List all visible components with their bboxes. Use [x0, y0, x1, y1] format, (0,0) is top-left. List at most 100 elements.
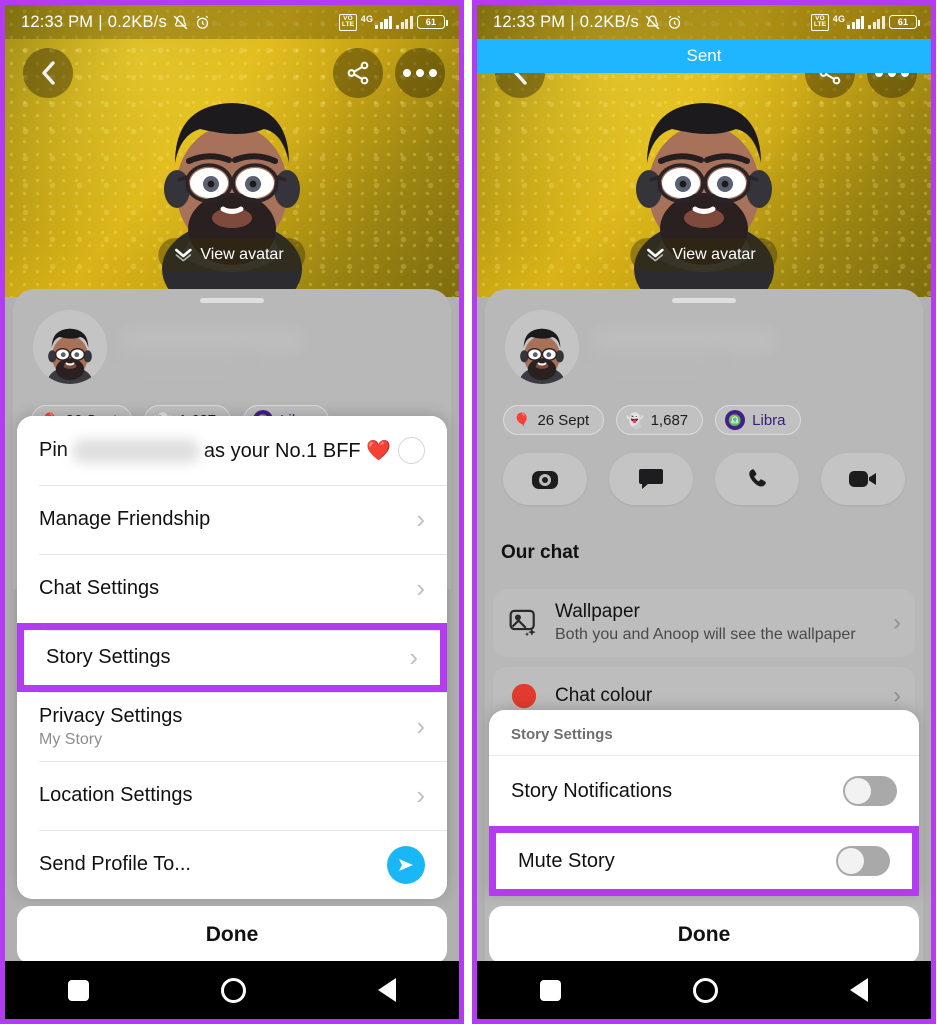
profile-username-blurred [125, 355, 245, 371]
pin-bff-row[interactable]: Pin as your No.1 BFF ❤️ [17, 416, 447, 485]
profile-chips: 🎈 26 Sept 👻 1,687 ♎ Libra [503, 405, 801, 435]
view-avatar-label: View avatar [200, 246, 284, 263]
sheet-grabber[interactable] [672, 298, 736, 303]
balloon-icon: 🎈 [513, 412, 531, 428]
mute-story-row[interactable]: Mute Story [489, 826, 919, 896]
battery-level: 61 [897, 17, 909, 27]
status-separator: | [570, 12, 575, 31]
birthday-chip[interactable]: 🎈 26 Sept [503, 405, 605, 435]
wallpaper-subtitle: Both you and Anoop will see the wallpape… [555, 626, 856, 643]
view-avatar-button[interactable]: View avatar [630, 238, 778, 272]
camera-button[interactable] [503, 453, 587, 505]
sent-banner: Sent [477, 39, 931, 73]
pin-prefix: Pin [39, 439, 68, 461]
status-separator: | [98, 12, 103, 31]
snapscore-label: 1,687 [650, 411, 689, 429]
video-camera-icon [849, 471, 876, 487]
bell-muted-icon [172, 14, 189, 31]
story-notifications-toggle[interactable] [843, 776, 897, 806]
snapchat-ghost-icon: 👻 [626, 412, 644, 428]
story-settings-sheet: Story Settings Story Notifications Mute … [489, 710, 919, 896]
signal-strength-icon [375, 15, 393, 29]
done-button[interactable]: Done [17, 906, 447, 964]
signal-strength-icon [847, 15, 865, 29]
done-button[interactable]: Done [489, 906, 919, 964]
location-settings-row[interactable]: Location Settings › [17, 761, 447, 830]
more-options-icon [403, 69, 437, 77]
mute-story-toggle[interactable] [836, 846, 890, 876]
story-settings-sheet-title: Story Settings [489, 710, 919, 756]
manage-friendship-row[interactable]: Manage Friendship › [17, 485, 447, 554]
story-settings-label: Story Settings [46, 646, 171, 668]
mute-story-label: Mute Story [518, 849, 615, 872]
send-profile-label: Send Profile To... [39, 853, 191, 875]
chat-colour-title: Chat colour [555, 685, 653, 706]
privacy-settings-label: Privacy Settings [39, 704, 183, 727]
send-button[interactable] [387, 845, 425, 884]
chevron-down-icon [175, 248, 192, 262]
status-bar: 12:33 PM | 0.2KB/s VO LTE 4G 61 [5, 5, 459, 39]
circle-home-icon[interactable] [221, 977, 246, 1003]
volte-icon: VO LTE [811, 13, 829, 31]
send-profile-row[interactable]: Send Profile To... [17, 830, 447, 899]
pin-suffix: as your No.1 BFF ❤️ [203, 440, 392, 462]
chat-settings-row[interactable]: Chat Settings › [17, 554, 447, 623]
wallpaper-row[interactable]: Wallpaper Both you and Anoop will see th… [493, 589, 915, 657]
left-phone-panel: 12:33 PM | 0.2KB/s VO LTE 4G 61 View ava… [0, 0, 464, 1024]
privacy-settings-sub: My Story [39, 730, 103, 748]
location-settings-label: Location Settings [39, 784, 193, 806]
battery-icon: 61 [417, 15, 449, 29]
triangle-back-icon[interactable] [850, 978, 868, 1002]
zodiac-chip[interactable]: ♎ Libra [715, 405, 801, 435]
call-button[interactable] [715, 453, 799, 505]
chevron-right-icon: › [893, 682, 901, 709]
status-network-speed: 0.2KB/s [107, 12, 167, 31]
pin-name-blurred [71, 438, 200, 463]
wallpaper-title: Wallpaper [555, 601, 640, 622]
android-nav-bar [5, 961, 459, 1019]
privacy-settings-row[interactable]: Privacy Settings My Story › [17, 692, 447, 761]
pin-bff-radio[interactable] [398, 437, 425, 464]
square-recents-icon[interactable] [540, 979, 561, 1001]
share-icon [347, 61, 369, 85]
chevron-right-icon: › [416, 504, 425, 534]
triangle-back-icon[interactable] [378, 978, 396, 1002]
status-time: 12:33 PM [21, 12, 94, 31]
battery-level: 61 [425, 17, 437, 27]
circle-home-icon[interactable] [693, 977, 718, 1003]
view-avatar-button[interactable]: View avatar [158, 238, 306, 272]
birthday-label: 26 Sept [537, 411, 590, 429]
chevron-right-icon: › [893, 609, 901, 636]
video-call-button[interactable] [821, 453, 905, 505]
story-settings-row[interactable]: Story Settings › [17, 623, 447, 692]
chevron-left-icon [41, 61, 55, 85]
friend-options-menu: Pin as your No.1 BFF ❤️ Manage Friendshi… [17, 416, 447, 899]
snapscore-chip[interactable]: 👻 1,687 [616, 405, 704, 435]
phone-icon [748, 468, 766, 486]
network-type-label: 4G [832, 13, 846, 24]
status-bar: 12:33 PM | 0.2KB/s VO LTE 4G 61 [477, 5, 931, 39]
chat-button[interactable] [609, 453, 693, 505]
share-button[interactable] [333, 48, 383, 98]
network-type-label: 4G [360, 13, 374, 24]
chevron-down-icon [647, 248, 664, 262]
camera-icon [532, 471, 558, 489]
quick-actions-row [503, 453, 905, 505]
more-options-button[interactable] [395, 48, 445, 98]
profile-name-blurred [593, 327, 775, 353]
battery-icon: 61 [889, 15, 921, 29]
sheet-grabber[interactable] [200, 298, 264, 303]
status-network-speed: 0.2KB/s [579, 12, 639, 31]
chevron-right-icon: › [416, 573, 425, 603]
square-recents-icon[interactable] [68, 979, 89, 1001]
send-arrow-icon [399, 858, 413, 871]
signal-strength-secondary-icon [396, 15, 413, 29]
story-notifications-row[interactable]: Story Notifications [489, 756, 919, 826]
volte-icon: VO LTE [339, 13, 357, 31]
profile-avatar[interactable] [505, 310, 579, 384]
profile-avatar[interactable] [33, 310, 107, 384]
right-phone-panel: 12:33 PM | 0.2KB/s VO LTE 4G 61 Sent Vie… [472, 0, 936, 1024]
image-sparkle-icon [509, 609, 536, 637]
back-button[interactable] [23, 48, 73, 98]
view-avatar-label: View avatar [672, 246, 756, 263]
